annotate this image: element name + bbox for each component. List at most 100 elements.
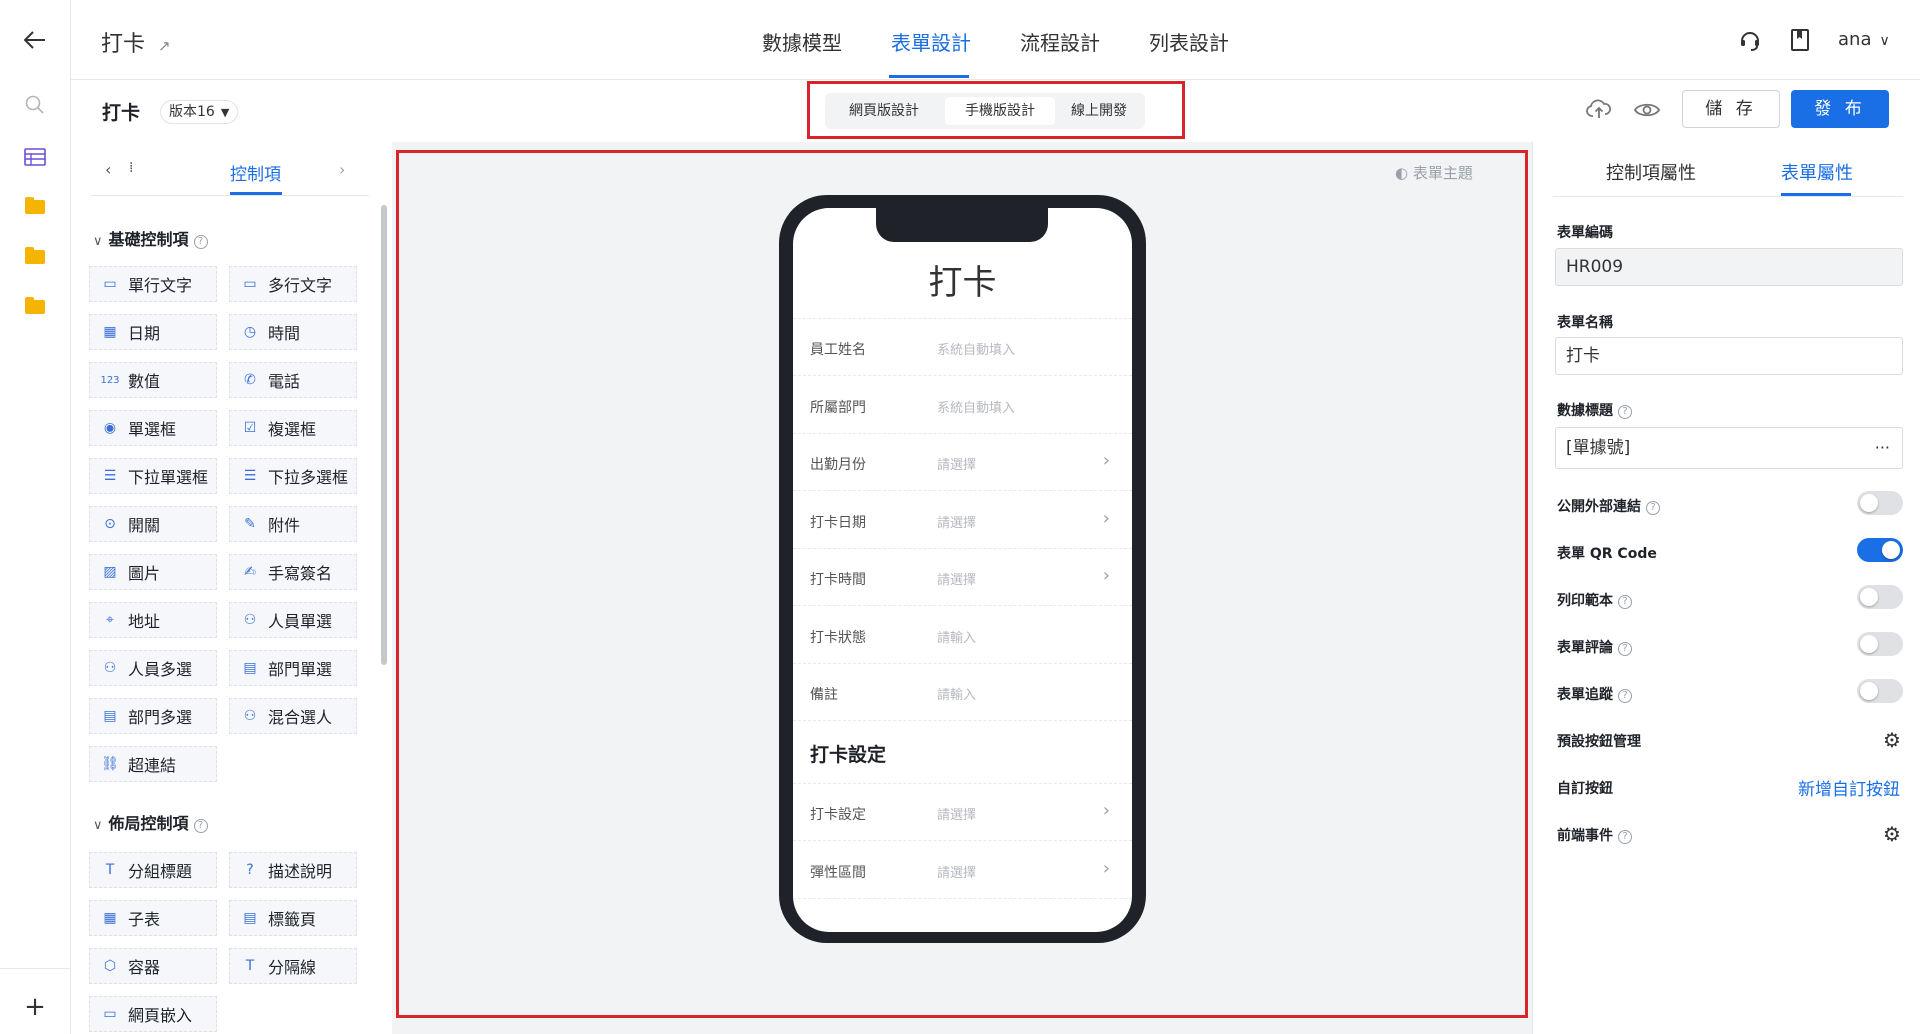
user-menu[interactable]: ana ∨ xyxy=(1838,29,1890,50)
more-horizontal-icon[interactable]: ··· xyxy=(1875,428,1890,468)
form-field-row[interactable]: 所屬部門 系統自動填入 xyxy=(793,377,1132,434)
control-item[interactable]: ▭ 網頁嵌入 xyxy=(89,996,217,1032)
tab-flow-design[interactable]: 流程設計 xyxy=(1020,27,1100,56)
qr-code-toggle[interactable] xyxy=(1857,538,1903,562)
folder-icon[interactable] xyxy=(25,247,45,264)
form-comment-label: 表單評論? xyxy=(1557,637,1632,657)
control-item[interactable]: ☰ 下拉單選框 xyxy=(89,458,217,494)
control-item[interactable]: ⊙ 開關 xyxy=(89,506,217,542)
tab-controls[interactable]: 控制項 xyxy=(230,160,281,185)
control-item[interactable]: T 分隔線 xyxy=(229,948,357,984)
data-title-label: 數據標題? xyxy=(1557,400,1632,420)
search-icon[interactable] xyxy=(18,88,52,122)
control-item[interactable]: ⚇ 混合選人 xyxy=(229,698,357,734)
data-title-field[interactable]: [單據號] ··· xyxy=(1555,427,1903,469)
preview-eye-icon[interactable] xyxy=(1633,101,1661,123)
public-link-toggle[interactable] xyxy=(1857,491,1903,515)
add-custom-button-link[interactable]: 新增自訂按鈕 xyxy=(1798,775,1900,800)
control-item[interactable]: ▤ 標籤頁 xyxy=(229,900,357,936)
field-label: 彈性區間 xyxy=(810,864,866,881)
form-field-row[interactable]: 出勤月份 請選擇 › xyxy=(793,434,1132,491)
control-item[interactable]: ▤ 部門多選 xyxy=(89,698,217,734)
headset-support-icon[interactable] xyxy=(1738,28,1762,56)
control-type-icon: ⚇ xyxy=(243,708,257,724)
control-item[interactable]: ⛓ 超連結 xyxy=(89,746,217,782)
control-item[interactable]: ⬡ 容器 xyxy=(89,948,217,984)
control-item[interactable]: ✎ 附件 xyxy=(229,506,357,542)
save-button[interactable]: 儲 存 xyxy=(1682,90,1780,128)
gear-icon[interactable]: ⚙ xyxy=(1883,728,1901,752)
control-item[interactable]: ▭ 多行文字 xyxy=(229,266,357,302)
custom-button-label: 自訂按鈕 xyxy=(1557,781,1613,797)
control-item-label: 超連結 xyxy=(128,756,177,775)
form-track-toggle[interactable] xyxy=(1857,679,1903,703)
more-vertical-icon[interactable]: ⁞ xyxy=(129,160,133,176)
control-item[interactable]: ▤ 部門單選 xyxy=(229,650,357,686)
control-item[interactable]: T 分組標題 xyxy=(89,852,217,888)
chevron-right-icon[interactable]: › xyxy=(339,160,345,179)
control-item[interactable]: ▦ 子表 xyxy=(89,900,217,936)
control-item[interactable]: 123 數值 xyxy=(89,362,217,398)
field-label: 所屬部門 xyxy=(810,399,866,416)
control-item-label: 電話 xyxy=(268,372,301,391)
control-item[interactable]: ⚇ 人員單選 xyxy=(229,602,357,638)
control-type-icon: T xyxy=(105,862,115,878)
basic-controls-group[interactable]: ∨ 基礎控制項? xyxy=(93,226,208,250)
section-title: 打卡設定 xyxy=(810,744,887,766)
cloud-upload-icon[interactable] xyxy=(1586,98,1612,124)
version-select[interactable]: 版本16 ▼ xyxy=(160,100,239,124)
chevron-right-icon: › xyxy=(1102,565,1110,586)
control-item[interactable]: ⌖ 地址 xyxy=(89,602,217,638)
form-comment-toggle[interactable] xyxy=(1857,632,1903,656)
form-field-row[interactable]: 員工姓名 系統自動填入 xyxy=(793,319,1132,376)
folder-icon[interactable] xyxy=(25,197,45,214)
control-item[interactable]: ◉ 單選框 xyxy=(89,410,217,446)
control-item[interactable]: ◷ 時間 xyxy=(229,314,357,350)
control-item[interactable]: ▦ 日期 xyxy=(89,314,217,350)
chevron-left-icon[interactable]: ‹ xyxy=(105,160,111,179)
tab-control-properties[interactable]: 控制項屬性 xyxy=(1606,159,1696,185)
control-item[interactable]: ? 描述說明 xyxy=(229,852,357,888)
control-item-label: 單行文字 xyxy=(128,276,193,295)
external-link-icon[interactable]: ↗ xyxy=(158,37,171,55)
control-type-icon: ⊙ xyxy=(104,516,116,532)
field-label: 打卡設定 xyxy=(810,807,866,823)
control-item[interactable]: ☰ 下拉多選框 xyxy=(229,458,357,494)
control-type-icon: T xyxy=(245,958,255,974)
control-item-label: 網頁嵌入 xyxy=(128,1006,193,1025)
print-template-label: 列印範本? xyxy=(1557,590,1632,610)
layout-controls-group[interactable]: ∨ 佈局控制項? xyxy=(93,810,208,834)
control-item[interactable]: ▨ 圖片 xyxy=(89,554,217,590)
folder-icon[interactable] xyxy=(25,297,45,314)
control-item[interactable]: ▭ 單行文字 xyxy=(89,266,217,302)
chevron-right-icon: › xyxy=(1102,450,1110,471)
back-arrow-icon[interactable] xyxy=(18,23,52,57)
gear-icon[interactable]: ⚙ xyxy=(1883,822,1901,846)
form-field-row[interactable]: 打卡日期 請選擇 › xyxy=(793,492,1132,549)
tab-form-properties[interactable]: 表單屬性 xyxy=(1781,159,1853,185)
control-item-label: 子表 xyxy=(128,910,161,929)
form-field-row[interactable]: 打卡時間 請選擇 › xyxy=(793,549,1132,606)
frontend-event-label: 前端事件? xyxy=(1557,825,1632,845)
control-item-label: 容器 xyxy=(128,958,161,977)
book-icon[interactable] xyxy=(1791,29,1809,55)
form-name-field[interactable]: 打卡 xyxy=(1555,337,1903,375)
chevron-right-icon: › xyxy=(1102,507,1110,529)
palette-scrollbar[interactable] xyxy=(381,205,387,665)
form-field-row[interactable]: 備註 請輸入 xyxy=(793,664,1132,721)
table-list-icon[interactable] xyxy=(18,140,52,174)
control-item[interactable]: ✍ 手寫簽名 xyxy=(229,554,357,590)
print-template-toggle[interactable] xyxy=(1857,585,1903,609)
publish-button[interactable]: 發 布 xyxy=(1791,90,1889,128)
tab-data-model[interactable]: 數據模型 xyxy=(762,27,842,56)
tab-list-design[interactable]: 列表設計 xyxy=(1149,27,1229,56)
control-item[interactable]: ⚇ 人員多選 xyxy=(89,650,217,686)
control-type-icon: ◷ xyxy=(243,324,257,340)
control-item[interactable]: ☑ 複選框 xyxy=(229,410,357,446)
control-item[interactable]: ✆ 電話 xyxy=(229,362,357,398)
tab-form-design[interactable]: 表單設計 xyxy=(891,27,971,56)
form-field-row[interactable]: 打卡狀態 請輸入 xyxy=(793,607,1132,664)
form-field-row[interactable]: 打卡設定 請選擇 › xyxy=(793,784,1132,841)
add-icon[interactable]: + xyxy=(18,990,52,1024)
form-field-row[interactable]: 彈性區間 請選擇 › xyxy=(793,842,1132,899)
